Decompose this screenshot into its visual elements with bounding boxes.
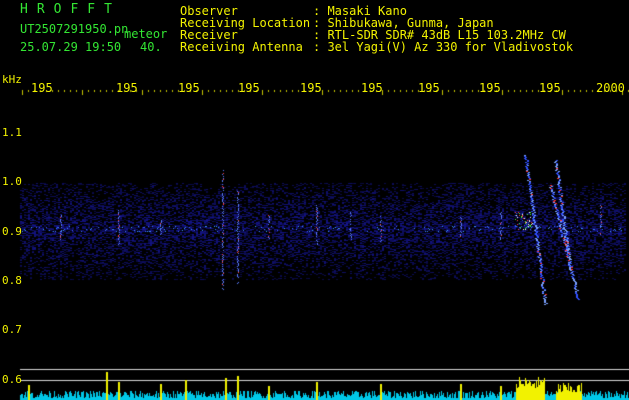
x-tick-8: 195 bbox=[479, 81, 501, 95]
y-unit-label: kHz bbox=[2, 73, 22, 86]
x-tick-9: 195 bbox=[539, 81, 561, 95]
y-tick-0.8: 0.8 bbox=[2, 274, 22, 287]
y-tick-1.0: 1.0 bbox=[2, 175, 22, 188]
y-tick-0.6: 0.6 bbox=[2, 373, 22, 386]
x-tick-2: 195 bbox=[116, 81, 138, 95]
x-tick-10: 2000 bbox=[596, 81, 625, 95]
x-tick-3: 195 bbox=[178, 81, 200, 95]
x-tick-5: 195 bbox=[300, 81, 322, 95]
x-tick-7: 195 bbox=[418, 81, 440, 95]
antenna-label: Receiving Antenna bbox=[180, 40, 303, 54]
spectrogram-canvas bbox=[0, 0, 629, 400]
mode-label: meteor bbox=[124, 27, 168, 41]
x-tick-4: 195 bbox=[238, 81, 260, 95]
app-title: HROFFT bbox=[20, 2, 121, 17]
antenna-value: : 3el Yagi(V) Az 330 for Vladivostok bbox=[313, 40, 574, 54]
count-label: 40. bbox=[140, 40, 162, 54]
x-tick-1: 195 bbox=[31, 81, 53, 95]
filename-label: UT2507291950.pn bbox=[20, 22, 129, 36]
y-tick-1.1: 1.1 bbox=[2, 126, 22, 139]
y-tick-0.7: 0.7 bbox=[2, 323, 22, 336]
datetime-label: 25.07.29 19:50 bbox=[20, 40, 122, 54]
x-tick-6: 195 bbox=[361, 81, 383, 95]
y-tick-0.9: 0.9 bbox=[2, 225, 22, 238]
